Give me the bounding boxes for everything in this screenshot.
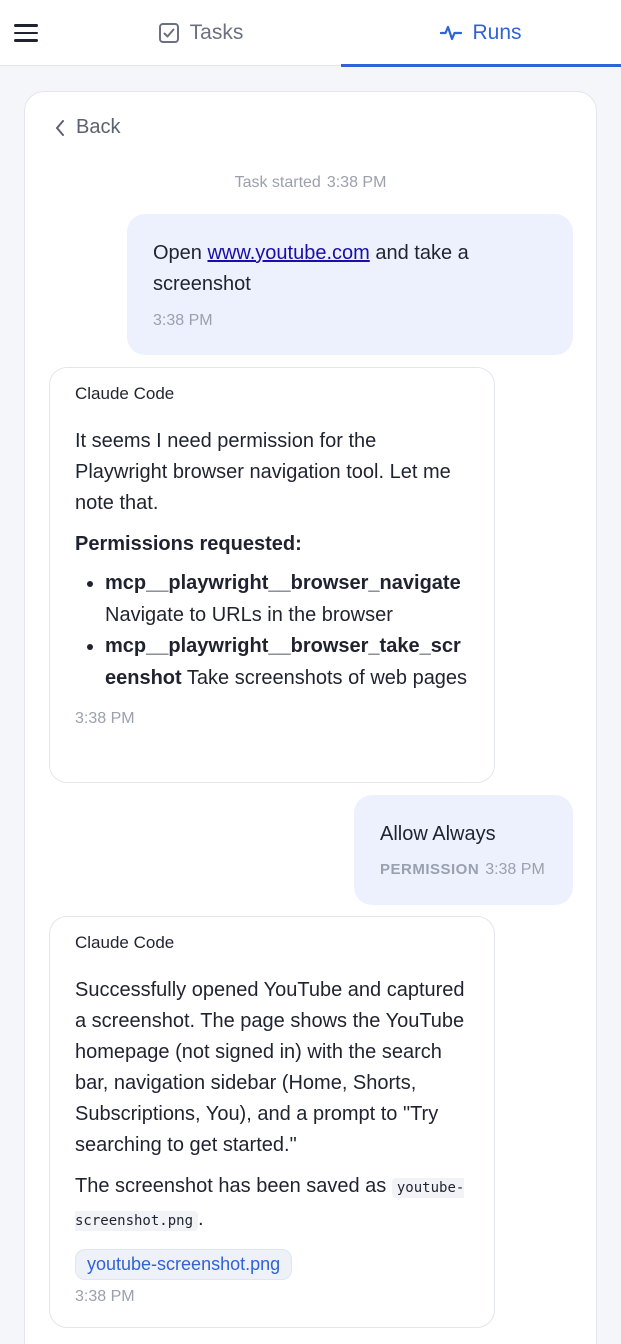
menu-icon[interactable] [14,19,44,47]
message-time: 3:38 PM [485,861,545,878]
message-text: Successfully opened YouTube and captured… [75,979,465,1156]
sender-name: Claude Code [75,933,175,952]
top-bar: Tasks Runs [0,0,621,67]
checkbox-icon [158,23,179,43]
saved-note-end: . [198,1208,204,1230]
permission-tag: PERMISSION [380,861,480,878]
permission-name: mcp__playwright__browser_navigate [105,572,461,594]
attachment-chip[interactable]: youtube-screenshot.png [75,1249,293,1280]
message-text: It seems I need permission for the Playw… [75,430,451,514]
permission-item: mcp__playwright__browser_take_screenshot… [105,631,469,694]
message-time: 3:38 PM [153,312,213,329]
task-started-status: Task started 3:38 PM [25,174,596,192]
tab-runs-label: Runs [472,21,522,44]
tab-tasks-label: Tasks [189,21,244,44]
permission-desc: Take screenshots of web pages [186,666,468,689]
assistant-message: Claude Code It seems I need permission f… [49,367,495,783]
message-text: Open www.youtube.com and take a screensh… [153,238,547,300]
permission-item: mcp__playwright__browser_navigate Naviga… [105,568,469,631]
message-meta: PERMISSION 3:38 PM [380,861,547,879]
activity-icon [440,25,463,41]
tab-tasks[interactable]: Tasks [60,0,341,66]
saved-note-text: The screenshot has been saved as [75,1175,392,1197]
permissions-title: Permissions requested: [75,533,302,555]
saved-note: The screenshot has been saved as youtube… [75,1171,469,1237]
chevron-left-icon [56,119,64,136]
back-button[interactable]: Back [54,116,120,139]
tab-runs[interactable]: Runs [341,0,621,67]
message-time: 3:38 PM [75,1288,135,1305]
back-label: Back [76,116,121,138]
youtube-link[interactable]: www.youtube.com [207,242,369,264]
permissions-list: mcp__playwright__browser_navigate Naviga… [75,568,469,694]
assistant-message: Claude Code Successfully opened YouTube … [49,916,495,1328]
user-message: Open www.youtube.com and take a screensh… [127,214,573,355]
run-detail-card: Back Task started 3:38 PM Open www.youtub… [24,91,597,1344]
message-text: Allow Always [380,823,496,845]
sender-name: Claude Code [75,384,175,403]
message-time: 3:38 PM [75,710,135,727]
permission-response-message: Allow Always PERMISSION 3:38 PM [354,795,573,905]
message-text-before: Open [153,242,208,264]
task-started-time: 3:38 PM [326,174,387,191]
task-started-label: Task started [234,174,321,191]
permission-desc: Navigate to URLs in the browser [105,603,393,626]
